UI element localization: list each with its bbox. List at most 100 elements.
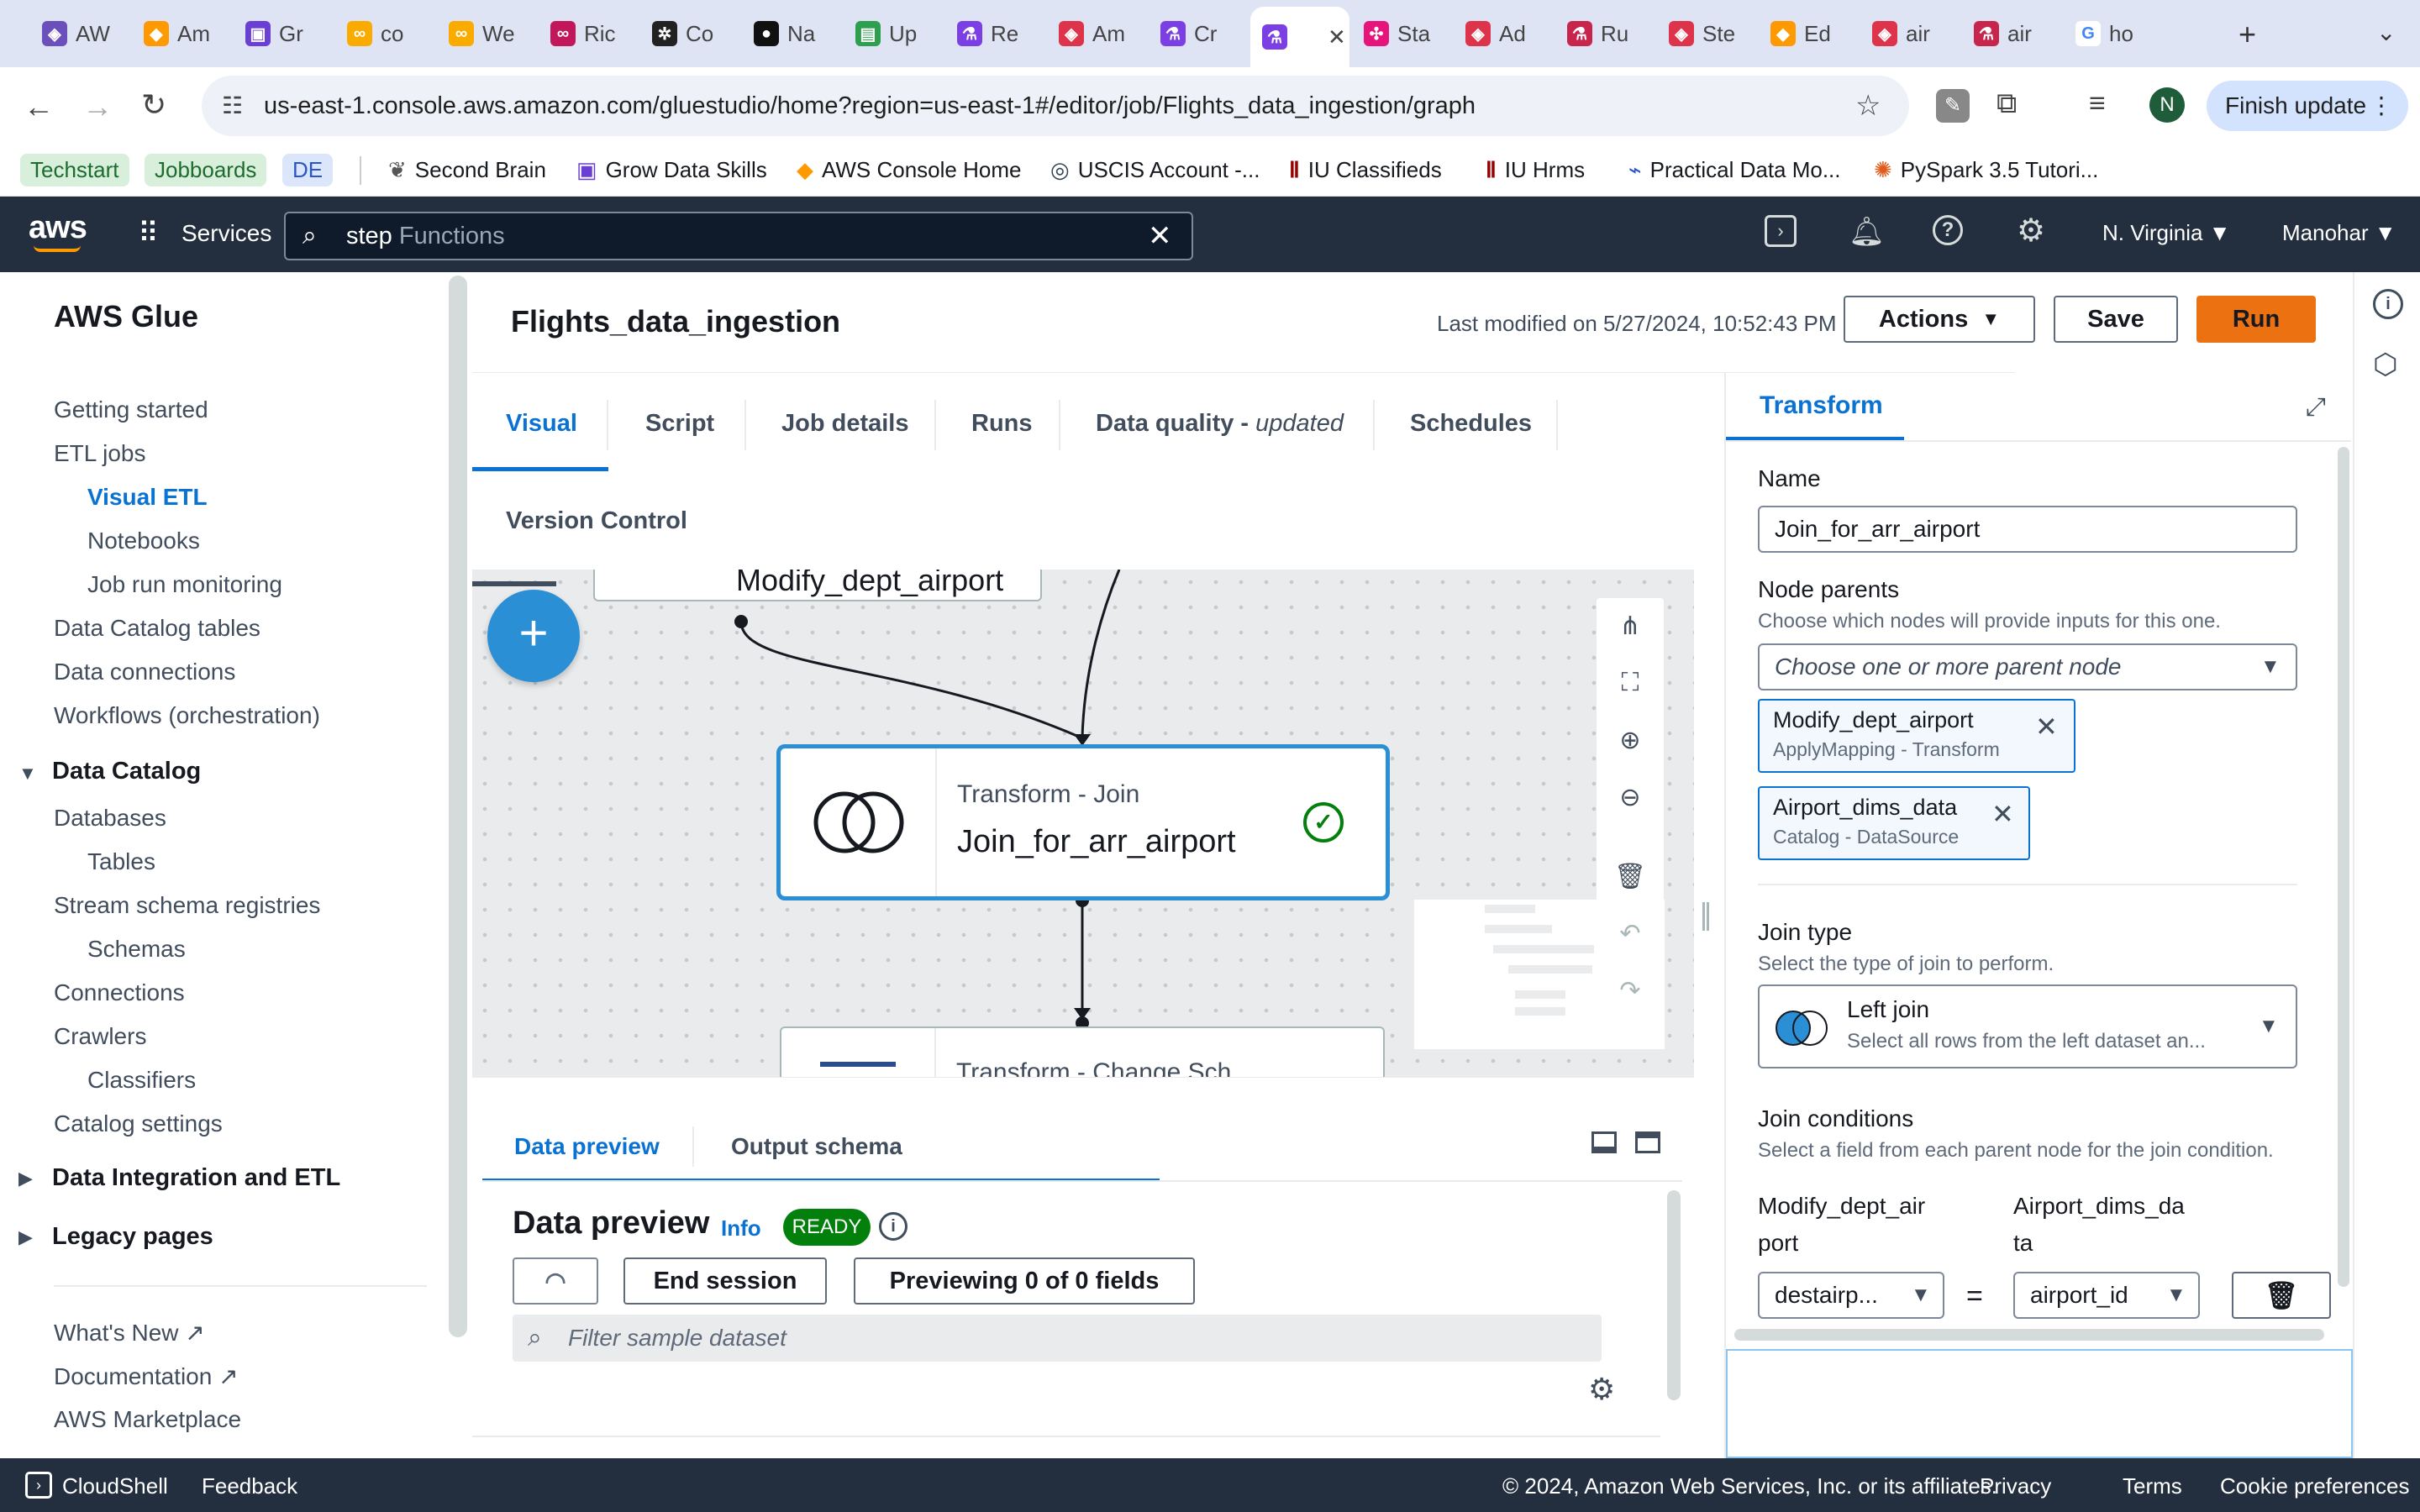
browser-tab[interactable]: ⚗ Ru — [1555, 10, 1655, 57]
console-search-input[interactable]: ⌕ step Functions ✕ — [284, 212, 1193, 260]
browser-tab[interactable]: ◆ Ed — [1759, 10, 1858, 57]
browser-tab[interactable]: ✣ Sta — [1352, 10, 1451, 57]
browser-tab[interactable]: ▤ Up — [844, 10, 943, 57]
node-join-for-arr-airport[interactable]: Transform - Join Join_for_arr_airport ✓ — [776, 744, 1390, 900]
panel-vertical-scrollbar[interactable] — [2338, 447, 2349, 1287]
info-link[interactable]: Info — [721, 1215, 761, 1242]
tab-list-chevron-icon[interactable]: ⌄ — [2376, 18, 2396, 46]
footer-cookie-link[interactable]: Cookie preferences — [2220, 1473, 2409, 1499]
footer-privacy-link[interactable]: Privacy — [1980, 1473, 2051, 1499]
cloudshell-icon[interactable]: › — [1765, 215, 1797, 247]
end-session-button[interactable]: End session — [623, 1257, 827, 1305]
bookmark-pyspark[interactable]: ✺ PySpark 3.5 Tutori... — [1874, 151, 2098, 188]
left-join-field-select[interactable]: destairp... ▼ — [1758, 1272, 1944, 1319]
sidebar-scrollbar[interactable] — [449, 276, 467, 1337]
browser-tab[interactable]: ∞ Ric — [539, 10, 638, 57]
node-modify-dept-airport[interactable]: Modify_dept_airport — [593, 570, 1042, 601]
tab-transform[interactable]: Transform — [1760, 391, 1883, 420]
tab-schedules[interactable]: Schedules — [1410, 410, 1532, 438]
sidebar-item-classifiers[interactable]: Classifiers — [87, 1067, 196, 1094]
settings-gear-icon[interactable]: ⚙ — [1588, 1372, 1615, 1407]
profile-avatar[interactable]: N — [2149, 87, 2185, 123]
sidebar-link-marketplace[interactable]: AWS Marketplace — [54, 1406, 241, 1433]
settings-gear-icon[interactable]: ⚙ — [2017, 212, 2045, 249]
zoom-in-icon[interactable]: ⊕ — [1597, 719, 1664, 761]
browser-tab[interactable]: ◈ AW — [30, 10, 129, 57]
refresh-spinner-button[interactable]: ◠ — [513, 1257, 598, 1305]
sidebar-item-connections[interactable]: Connections — [54, 979, 185, 1006]
redo-icon[interactable]: ↷ — [1597, 969, 1664, 1011]
caret-right-icon[interactable]: ▶ — [18, 1226, 33, 1248]
job-graph-canvas[interactable]: Modify_dept_airport + Transform - Join J… — [472, 570, 1694, 1077]
finish-update-button[interactable]: Finish update ⋮ — [2207, 81, 2408, 131]
sidebar-section-legacy-pages[interactable]: Legacy pages — [52, 1223, 213, 1251]
bookmark-folder-de[interactable]: DE — [282, 153, 334, 186]
tab-job-details[interactable]: Job details — [781, 410, 909, 438]
sidebar-section-data-integration[interactable]: Data Integration and ETL — [52, 1164, 340, 1192]
sidebar-item-data-connections[interactable]: Data connections — [54, 659, 235, 685]
extensions-puzzle-icon[interactable]: ⧉ — [1996, 87, 2017, 120]
tab-runs[interactable]: Runs — [971, 410, 1033, 438]
media-controls-icon[interactable]: ≡ — [2089, 87, 2106, 120]
back-arrow-icon[interactable]: ← — [24, 89, 54, 124]
tab-data-preview[interactable]: Data preview — [514, 1133, 660, 1160]
tab-output-schema[interactable]: Output schema — [731, 1133, 902, 1160]
info-panel-icon[interactable]: i — [2373, 289, 2403, 319]
caret-right-icon[interactable]: ▶ — [18, 1168, 33, 1189]
bookmark-folder-jobboards[interactable]: Jobboards — [145, 153, 267, 186]
bookmark-iu-hrms[interactable]: Ⅱ IU Hrms — [1486, 151, 1585, 188]
dock-bottom-icon[interactable] — [1591, 1131, 1617, 1153]
sidebar-item-etl-jobs[interactable]: ETL jobs — [54, 440, 145, 467]
footer-terms-link[interactable]: Terms — [2123, 1473, 2182, 1499]
browser-tab[interactable]: ∞ We — [437, 10, 536, 57]
sidebar-item-job-run-monitoring[interactable]: Job run monitoring — [87, 571, 282, 598]
reload-icon[interactable]: ↻ — [141, 87, 166, 123]
tab-script[interactable]: Script — [645, 410, 714, 438]
tab-data-quality[interactable]: Data quality - updated — [1096, 410, 1344, 438]
sidebar-item-stream-schema[interactable]: Stream schema registries — [54, 892, 320, 919]
browser-tab[interactable]: ∞ co — [335, 10, 434, 57]
remove-condition-button[interactable]: 🗑︎ — [2232, 1272, 2331, 1319]
sidebar-section-data-catalog[interactable]: Data Catalog — [52, 758, 201, 785]
sidebar-item-schemas[interactable]: Schemas — [87, 936, 186, 963]
site-settings-icon[interactable]: ☷ — [222, 76, 243, 136]
actions-dropdown-button[interactable]: Actions ▼ — [1844, 296, 2035, 343]
browser-tab[interactable]: ⚗ Cr — [1149, 10, 1248, 57]
new-tab-button[interactable]: + — [2238, 17, 2256, 52]
sidebar-item-crawlers[interactable]: Crawlers — [54, 1023, 146, 1050]
parent-node-multiselect[interactable]: Choose one or more parent node ▼ — [1758, 643, 2297, 690]
preview-scrollbar[interactable] — [1667, 1190, 1681, 1400]
bookmark-practical-data[interactable]: ⌁ Practical Data Mo... — [1628, 151, 1841, 188]
zoom-out-icon[interactable]: ⊖ — [1597, 776, 1664, 818]
delete-node-icon[interactable]: 🗑︎ — [1597, 855, 1664, 897]
panel-resize-handle-icon[interactable] — [1702, 902, 1709, 931]
node-name-input[interactable]: Join_for_arr_airport — [1758, 506, 2297, 553]
browser-tab[interactable]: ◈ Am — [1047, 10, 1146, 57]
bookmark-aws-console-home[interactable]: ◆ AWS Console Home — [797, 151, 1021, 188]
sidebar-item-getting-started[interactable]: Getting started — [54, 396, 208, 423]
browser-tab[interactable]: ◈ air — [1860, 10, 1960, 57]
bookmark-star-icon[interactable]: ☆ — [1855, 76, 1881, 136]
tab-visual[interactable]: Visual — [506, 410, 577, 438]
clear-search-icon[interactable]: ✕ — [1148, 213, 1172, 259]
bookmark-iu-classifieds[interactable]: Ⅱ IU Classifieds — [1289, 151, 1442, 188]
region-selector[interactable]: N. Virginia ▼ — [2102, 220, 2230, 246]
sidebar-item-visual-etl[interactable]: Visual ETL — [87, 484, 208, 511]
info-circle-icon[interactable]: i — [879, 1212, 908, 1241]
browser-tab[interactable]: ⚗ Re — [945, 10, 1044, 57]
previewing-fields-button[interactable]: Previewing 0 of 0 fields — [854, 1257, 1195, 1305]
sidebar-item-data-catalog-tables[interactable]: Data Catalog tables — [54, 615, 260, 642]
remove-token-icon[interactable]: ✕ — [2035, 711, 2058, 743]
sidebar-item-catalog-settings[interactable]: Catalog settings — [54, 1110, 223, 1137]
services-menu[interactable]: Services — [182, 220, 271, 247]
run-button[interactable]: Run — [2196, 296, 2316, 343]
node-port[interactable] — [734, 615, 748, 628]
bookmark-second-brain[interactable]: ❦ Second Brain — [388, 151, 546, 188]
extension-icon[interactable]: ✎ — [1936, 89, 1970, 123]
node-change-schema[interactable]: Transform - Change Sch — [780, 1026, 1385, 1077]
account-menu[interactable]: Manohar ▼ — [2282, 220, 2396, 246]
browser-tab[interactable]: ● Na — [742, 10, 841, 57]
footer-cloudshell-link[interactable]: CloudShell — [62, 1473, 168, 1499]
add-node-button[interactable]: + — [487, 590, 580, 682]
caret-down-icon[interactable]: ▼ — [18, 763, 37, 785]
